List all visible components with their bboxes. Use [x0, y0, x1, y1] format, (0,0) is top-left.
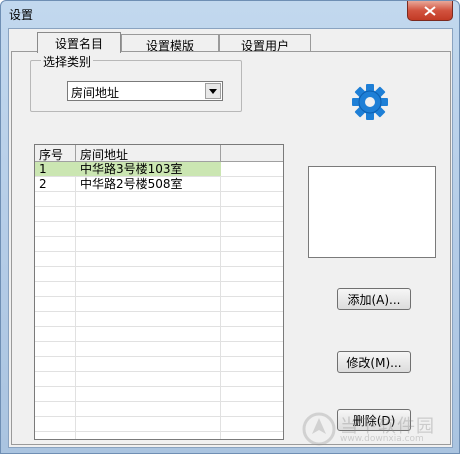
settings-window: 设置 设置名目 设置模版 设置用户 选择类别 房间地址 序号 房间地址 1 中华…	[0, 0, 460, 454]
dropdown-arrow-button[interactable]	[205, 83, 221, 99]
watermark-url: www.downxia.com	[340, 434, 424, 444]
row-address: 中华路3号楼103室	[80, 162, 183, 176]
edit-button[interactable]: 修改(M)...	[337, 351, 411, 373]
column-header-blank	[221, 145, 283, 161]
watermark: 当下软件园 www.downxia.com	[302, 412, 452, 446]
row-index: 2	[39, 177, 47, 191]
dialog-client: 设置名目 设置模版 设置用户 选择类别 房间地址 序号 房间地址 1 中华路3号…	[8, 28, 453, 448]
title-bar[interactable]: 设置	[1, 1, 459, 25]
table-body: 1 中华路3号楼103室 2 中华路2号楼508室	[35, 162, 283, 439]
close-icon	[424, 5, 436, 16]
category-select-value: 房间地址	[71, 86, 120, 100]
preview-box	[308, 166, 436, 258]
row-address: 中华路2号楼508室	[80, 177, 183, 191]
table-header: 序号 房间地址	[35, 145, 283, 162]
column-header-address[interactable]: 房间地址	[76, 145, 221, 162]
table-row[interactable]: 1 中华路3号楼103室	[35, 162, 221, 176]
window-title: 设置	[9, 8, 34, 22]
tab-users[interactable]: 设置用户	[219, 34, 311, 53]
tab-categories[interactable]: 设置名目	[37, 32, 121, 53]
add-button[interactable]: 添加(A)...	[337, 288, 411, 310]
tab-panel: 选择类别 房间地址 序号 房间地址 1 中华路3号楼103室 2 中华路2号楼5…	[11, 51, 452, 446]
category-groupbox: 选择类别 房间地址	[30, 53, 242, 112]
table-row[interactable]: 2 中华路2号楼508室	[35, 177, 221, 191]
category-select[interactable]: 房间地址	[67, 81, 223, 101]
gear-icon	[352, 84, 388, 120]
address-table[interactable]: 序号 房间地址 1 中华路3号楼103室 2 中华路2号楼508室	[34, 144, 284, 440]
tab-templates[interactable]: 设置模版	[121, 34, 219, 53]
row-index: 1	[39, 162, 47, 176]
chevron-down-icon	[209, 88, 217, 94]
column-header-index[interactable]: 序号	[35, 145, 76, 162]
watermark-logo-icon	[302, 412, 336, 446]
category-group-label: 选择类别	[41, 53, 94, 70]
tab-strip: 设置名目 设置模版 设置用户	[11, 32, 451, 53]
close-button[interactable]	[407, 1, 453, 21]
